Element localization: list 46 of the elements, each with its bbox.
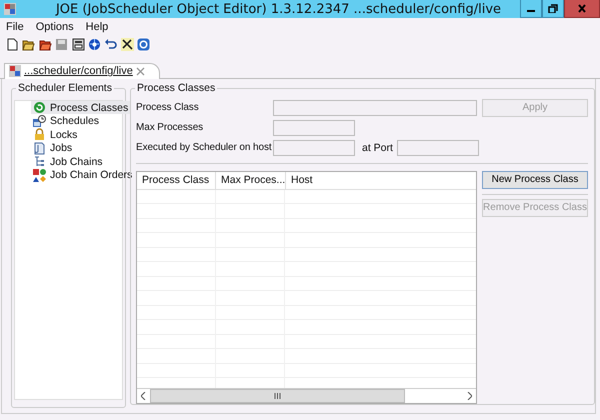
action-button[interactable]: New Process Class [482, 170, 588, 189]
document-icon [33, 142, 46, 155]
calendar-clock-icon [33, 114, 46, 128]
input-field[interactable] [273, 140, 355, 156]
open-folder-icon[interactable] [22, 38, 36, 51]
hierarchy-icon [33, 155, 46, 168]
menu-item[interactable]: Help [80, 20, 114, 33]
field-label: Max Processes [136, 122, 204, 134]
lock-icon [33, 128, 46, 142]
save-as-icon[interactable] [72, 38, 85, 51]
new-file-icon[interactable] [6, 38, 19, 51]
tree-item[interactable]: Schedules [31, 114, 102, 128]
editor-tab[interactable]: ...scheduler/config/live [4, 62, 160, 79]
field-label: at Port [362, 142, 393, 154]
group-title: Scheduler Elements [16, 82, 114, 94]
column-header[interactable]: Process Class [137, 172, 216, 189]
tree-item[interactable]: Job Chains [31, 154, 105, 168]
grip-icon [274, 392, 281, 399]
column-header[interactable]: Max Proces... [216, 172, 286, 189]
group-title: Process Classes [135, 82, 218, 94]
tree-item[interactable]: Locks [31, 128, 80, 142]
input-field[interactable] [273, 100, 477, 116]
tree-item[interactable]: Process Classes [31, 100, 130, 114]
close-button[interactable] [564, 0, 600, 18]
open-folder-icon[interactable] [38, 38, 52, 51]
menu-item[interactable]: Options [30, 20, 80, 33]
menu-item[interactable]: File [0, 20, 30, 33]
close-icon [577, 4, 587, 13]
tree-item[interactable]: Job Chain Orders [31, 168, 134, 182]
field-label: Executed by Scheduler on host [136, 142, 273, 154]
close-icon[interactable] [136, 66, 145, 76]
app-icon [9, 65, 21, 78]
shapes-icon [33, 168, 46, 182]
field-label: Process Class [136, 102, 200, 114]
tree-item[interactable]: Jobs [31, 141, 74, 155]
input-field[interactable] [273, 120, 355, 136]
scrollbar[interactable] [137, 388, 476, 403]
column-header[interactable]: Host [286, 172, 476, 189]
restore-icon [548, 4, 558, 13]
globe-icon[interactable] [88, 38, 101, 51]
minimize-button[interactable] [520, 0, 542, 18]
app-icon [3, 2, 17, 16]
undo-icon[interactable] [104, 38, 118, 51]
window-title: JOE (JobScheduler Object Editor) 1.3.12.2347 ...scheduler/config/live [54, 2, 502, 17]
input-field[interactable] [396, 140, 479, 156]
restore-button[interactable] [542, 0, 564, 18]
